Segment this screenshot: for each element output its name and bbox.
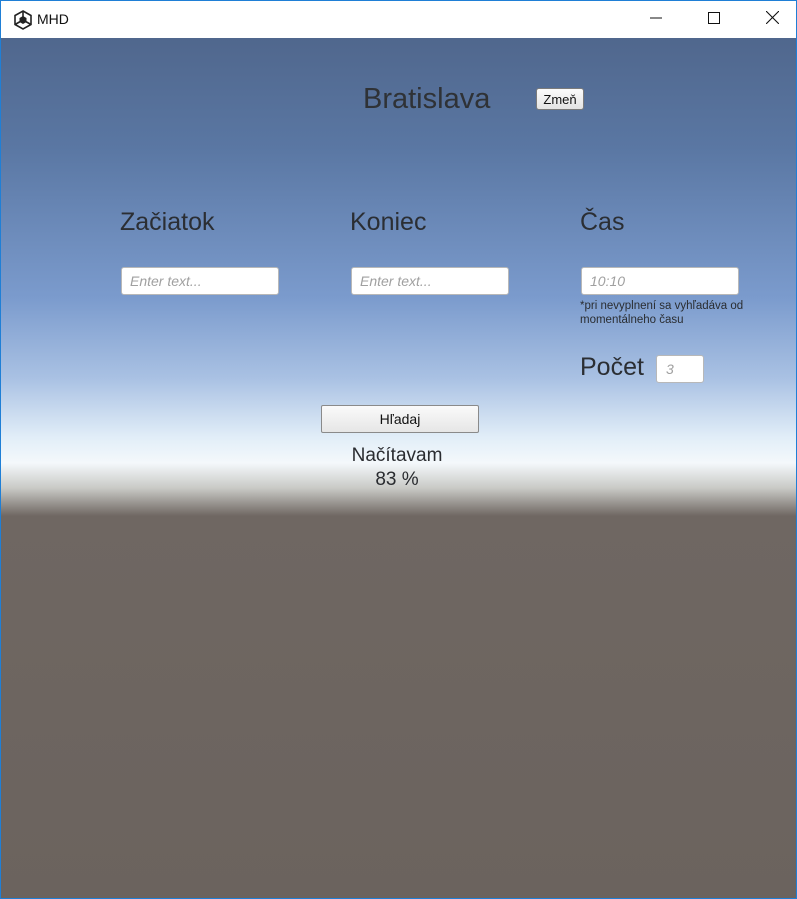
time-label: Čas (580, 208, 625, 236)
time-input[interactable]: 10:10 (581, 267, 739, 295)
count-input[interactable]: 3 (656, 355, 704, 383)
start-input[interactable]: Enter text... (121, 267, 279, 295)
end-input[interactable]: Enter text... (351, 267, 509, 295)
title-bar[interactable]: MHD (1, 1, 796, 38)
close-icon (765, 10, 779, 29)
start-label: Začiatok (120, 208, 215, 236)
app-window: MHD Bratislava Zmeň Začiatok Koniec Čas … (0, 0, 797, 899)
maximize-icon (708, 11, 720, 29)
app-content: Bratislava Zmeň Začiatok Koniec Čas Ente… (1, 38, 796, 898)
window-title: MHD (37, 11, 69, 27)
maximize-button[interactable] (685, 1, 743, 38)
close-button[interactable] (743, 1, 796, 38)
time-note: *pri nevyplnení sa vyhľadáva od momentál… (580, 300, 744, 326)
minimize-icon (650, 11, 662, 29)
loading-progress: 83 % (375, 469, 419, 490)
end-label: Koniec (350, 208, 427, 236)
city-title: Bratislava (363, 83, 491, 115)
count-label: Počet (580, 353, 644, 381)
loading-status: Načítavam 83 % (297, 444, 497, 492)
loading-text: Načítavam (351, 445, 443, 466)
unity-logo-icon (12, 9, 34, 31)
change-city-button[interactable]: Zmeň (536, 88, 584, 110)
minimize-button[interactable] (627, 1, 685, 38)
search-button[interactable]: Hľadaj (321, 405, 479, 433)
